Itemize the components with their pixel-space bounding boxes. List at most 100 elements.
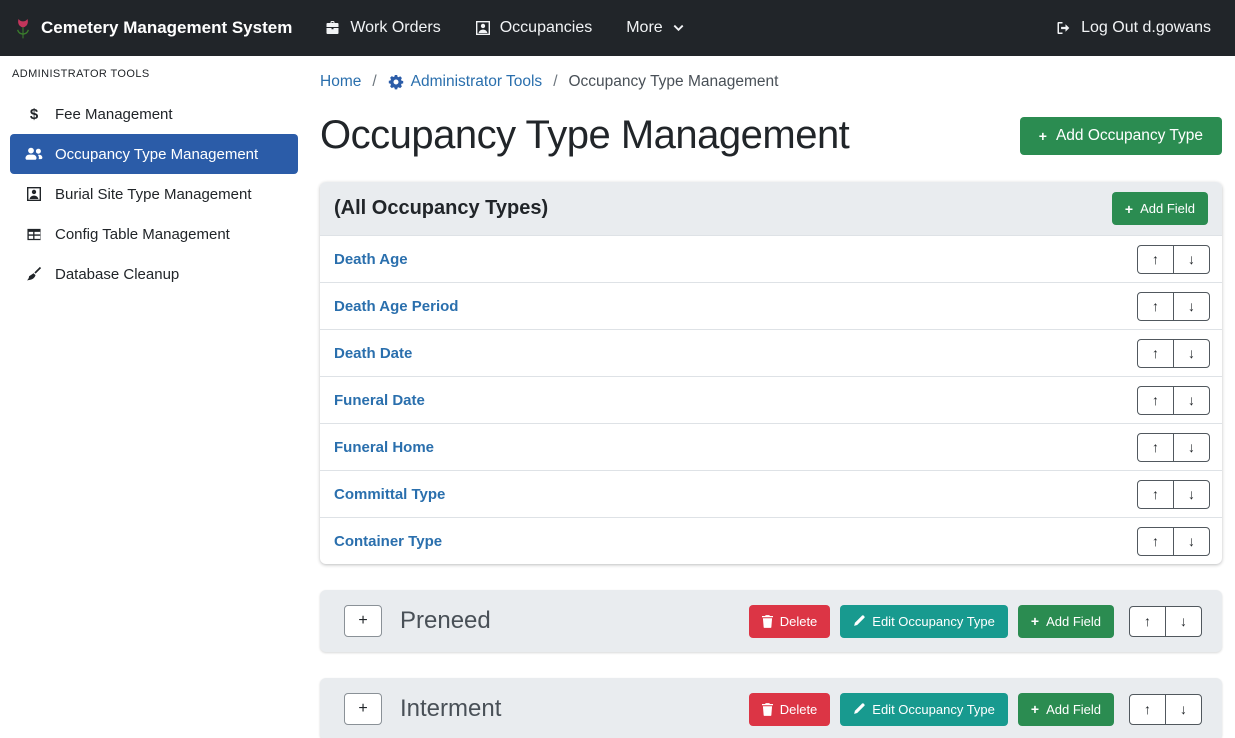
navbar-menu: Work Orders Occupancies More (324, 19, 684, 37)
move-down-button[interactable]: ↓ (1173, 386, 1210, 415)
move-down-button[interactable]: ↓ (1173, 480, 1210, 509)
users-icon (22, 147, 46, 161)
move-up-button[interactable]: ↑ (1137, 527, 1174, 556)
plus-icon: + (1039, 129, 1047, 143)
breadcrumb-separator: / (361, 73, 387, 91)
panel-actions: Delete Edit Occupancy Type + Add Field ↑… (749, 605, 1202, 638)
top-navbar: Cemetery Management System Work Orders O… (0, 0, 1235, 56)
add-occupancy-type-button[interactable]: + Add Occupancy Type (1020, 117, 1222, 155)
field-row: Funeral Date ↑ ↓ (320, 376, 1222, 423)
move-down-button[interactable]: ↓ (1173, 292, 1210, 321)
reorder-group: ↑ ↓ (1137, 292, 1210, 321)
field-row: Death Age Period ↑ ↓ (320, 282, 1222, 329)
sidebar-item-database-cleanup[interactable]: Database Cleanup (10, 254, 298, 294)
nav-work-orders[interactable]: Work Orders (324, 19, 440, 37)
move-up-button[interactable]: ↑ (1137, 292, 1174, 321)
move-up-button[interactable]: ↑ (1137, 339, 1174, 368)
flower-logo-icon (14, 17, 32, 40)
person-square-icon (22, 186, 46, 202)
reorder-group: ↑ ↓ (1137, 433, 1210, 462)
edit-occupancy-type-button[interactable]: Edit Occupancy Type (840, 693, 1008, 726)
sidebar-item-label: Database Cleanup (55, 266, 179, 283)
trash-icon (762, 703, 773, 716)
add-field-label: Add Field (1046, 702, 1101, 717)
edit-occupancy-type-label: Edit Occupancy Type (872, 702, 995, 717)
move-up-button[interactable]: ↑ (1137, 480, 1174, 509)
expand-button[interactable]: + (344, 605, 382, 637)
occupancy-type-name: Interment (400, 695, 501, 723)
move-up-button[interactable]: ↑ (1137, 245, 1174, 274)
work-orders-icon (324, 20, 341, 36)
move-down-button[interactable]: ↓ (1173, 527, 1210, 556)
sidebar-item-fee-management[interactable]: $ Fee Management (10, 94, 298, 134)
sidebar-item-config-table-management[interactable]: Config Table Management (10, 214, 298, 254)
field-row: Death Date ↑ ↓ (320, 329, 1222, 376)
breadcrumb-administrator-tools-label: Administrator Tools (411, 73, 543, 91)
navbar-right: Log Out d.gowans (1055, 19, 1211, 37)
move-up-button[interactable]: ↑ (1129, 694, 1166, 725)
move-down-button[interactable]: ↓ (1165, 606, 1202, 637)
edit-occupancy-type-button[interactable]: Edit Occupancy Type (840, 605, 1008, 638)
delete-label: Delete (780, 614, 818, 629)
field-link-funeral-date[interactable]: Funeral Date (334, 392, 425, 409)
expand-button[interactable]: + (344, 693, 382, 725)
nav-occupancies[interactable]: Occupancies (475, 19, 593, 37)
broom-icon (22, 266, 46, 282)
all-occupancy-types-title: (All Occupancy Types) (334, 197, 548, 220)
nav-more-label: More (626, 19, 662, 37)
field-link-container-type[interactable]: Container Type (334, 533, 442, 550)
reorder-group: ↑ ↓ (1137, 480, 1210, 509)
reorder-group: ↑ ↓ (1129, 606, 1202, 637)
move-down-button[interactable]: ↓ (1173, 245, 1210, 274)
field-link-funeral-home[interactable]: Funeral Home (334, 439, 434, 456)
add-field-button[interactable]: + Add Field (1112, 192, 1208, 225)
field-link-death-age-period[interactable]: Death Age Period (334, 298, 458, 315)
field-link-death-age[interactable]: Death Age (334, 251, 408, 268)
field-row: Death Age ↑ ↓ (320, 235, 1222, 282)
pencil-icon (853, 615, 865, 627)
reorder-group: ↑ ↓ (1137, 527, 1210, 556)
delete-button[interactable]: Delete (749, 605, 831, 638)
sidebar-item-label: Fee Management (55, 106, 173, 123)
breadcrumb-administrator-tools[interactable]: Administrator Tools (388, 73, 543, 91)
all-occupancy-types-header: (All Occupancy Types) + Add Field (320, 182, 1222, 235)
sidebar-heading: Administrator Tools (0, 68, 308, 80)
main-content: Home / Administrator Tools / Occupancy T… (308, 56, 1235, 738)
nav-more[interactable]: More (626, 19, 684, 37)
brand[interactable]: Cemetery Management System (14, 17, 292, 40)
move-up-button[interactable]: ↑ (1137, 433, 1174, 462)
field-link-committal-type[interactable]: Committal Type (334, 486, 445, 503)
plus-icon: + (1031, 614, 1039, 628)
page-title: Occupancy Type Management (320, 113, 849, 158)
move-up-button[interactable]: ↑ (1129, 606, 1166, 637)
table-icon (22, 227, 46, 242)
reorder-group: ↑ ↓ (1137, 245, 1210, 274)
field-row: Container Type ↑ ↓ (320, 517, 1222, 564)
add-field-button[interactable]: + Add Field (1018, 605, 1114, 638)
edit-occupancy-type-label: Edit Occupancy Type (872, 614, 995, 629)
add-field-label: Add Field (1140, 201, 1195, 216)
panel-actions: Delete Edit Occupancy Type + Add Field ↑… (749, 693, 1202, 726)
move-down-button[interactable]: ↓ (1173, 433, 1210, 462)
move-up-button[interactable]: ↑ (1137, 386, 1174, 415)
breadcrumb: Home / Administrator Tools / Occupancy T… (320, 73, 1222, 91)
delete-button[interactable]: Delete (749, 693, 831, 726)
sidebar-item-label: Config Table Management (55, 226, 230, 243)
brand-title: Cemetery Management System (41, 18, 292, 38)
breadcrumb-home[interactable]: Home (320, 73, 361, 91)
add-field-button[interactable]: + Add Field (1018, 693, 1114, 726)
move-down-button[interactable]: ↓ (1173, 339, 1210, 368)
sidebar-item-occupancy-type-management[interactable]: Occupancy Type Management (10, 134, 298, 174)
move-down-button[interactable]: ↓ (1165, 694, 1202, 725)
breadcrumb-separator: / (542, 73, 568, 91)
field-link-death-date[interactable]: Death Date (334, 345, 412, 362)
plus-icon: + (1031, 702, 1039, 716)
occupancy-type-panel-interment: + Interment Delete Edit Occupancy Type + (320, 678, 1222, 738)
logout-link[interactable]: Log Out d.gowans (1055, 19, 1211, 37)
field-row: Funeral Home ↑ ↓ (320, 423, 1222, 470)
logout-icon (1055, 20, 1072, 36)
add-occupancy-type-label: Add Occupancy Type (1056, 127, 1203, 145)
reorder-group: ↑ ↓ (1137, 339, 1210, 368)
chevron-down-icon (672, 22, 685, 35)
sidebar-item-burial-site-type-management[interactable]: Burial Site Type Management (10, 174, 298, 214)
